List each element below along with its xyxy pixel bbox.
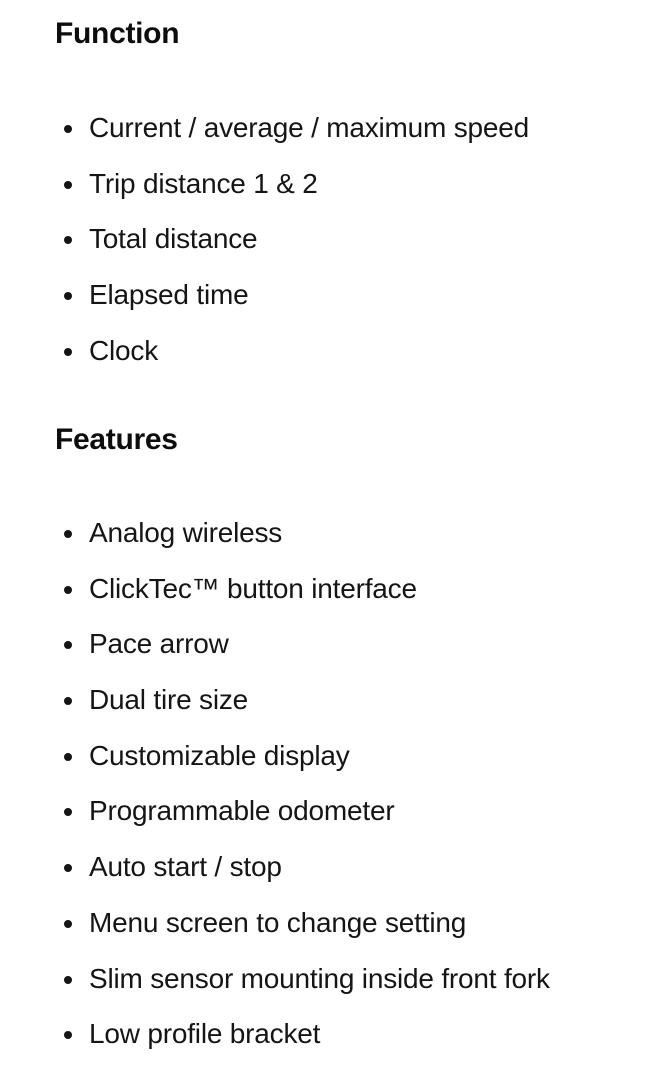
list-item: Menu screen to change setting	[55, 906, 550, 962]
section-heading-function: Function	[55, 17, 180, 50]
list-item-text: Menu screen to change setting	[89, 906, 467, 938]
list-item-text: ClickTec™ button interface	[89, 572, 417, 604]
list-item-text: Clock	[89, 334, 159, 366]
list-item: Dual tire size	[55, 683, 550, 739]
list-item: Trip distance 1 & 2	[55, 167, 529, 223]
features-list: Analog wireless ClickTec™ button interfa…	[55, 516, 550, 1073]
list-item: ClickTec™ button interface	[55, 572, 550, 628]
list-item-text: Dual tire size	[89, 684, 249, 716]
list-item-text: Programmable odometer	[89, 795, 395, 827]
list-item: Elapsed time	[55, 278, 529, 334]
list-item: Current / average / maximum speed	[55, 111, 529, 167]
list-item-text: Auto start / stop	[89, 851, 282, 883]
list-item: Low profile bracket	[55, 1017, 550, 1073]
list-item: Total distance	[55, 222, 529, 278]
function-list: Current / average / maximum speed Trip d…	[55, 111, 529, 389]
list-item-text: Slim sensor mounting inside front fork	[89, 962, 550, 994]
list-item-text: Elapsed time	[89, 279, 249, 311]
bullet-icon	[64, 180, 72, 189]
section-heading-features: Features	[55, 423, 178, 456]
bullet-icon	[64, 292, 72, 301]
bullet-icon	[64, 808, 72, 817]
bullet-icon	[64, 864, 72, 873]
bullet-icon	[64, 236, 72, 245]
list-item: Pace arrow	[55, 627, 550, 683]
bullet-icon	[64, 641, 72, 650]
bullet-icon	[64, 125, 72, 133]
list-item-text: Current / average / maximum speed	[89, 112, 530, 143]
list-item-text: Low profile bracket	[89, 1018, 321, 1050]
bullet-icon	[64, 697, 72, 706]
bullet-icon	[64, 347, 72, 356]
list-item-text: Pace arrow	[89, 628, 229, 660]
list-item: Programmable odometer	[55, 794, 550, 850]
bullet-icon	[64, 975, 72, 984]
bullet-icon	[64, 919, 72, 928]
document: Function Current / average / maximum spe…	[0, 0, 648, 1080]
list-item-text: Trip distance 1 & 2	[89, 167, 318, 199]
list-item: Customizable display	[55, 739, 550, 795]
bullet-icon	[64, 1031, 72, 1040]
bullet-icon	[64, 530, 72, 538]
list-item-text: Customizable display	[89, 739, 350, 771]
list-item-text: Total distance	[89, 223, 258, 255]
list-item: Analog wireless	[55, 516, 550, 572]
list-item: Auto start / stop	[55, 850, 550, 906]
bullet-icon	[64, 585, 72, 594]
list-item-text: Analog wireless	[89, 517, 283, 548]
list-item: Slim sensor mounting inside front fork	[55, 962, 550, 1018]
list-item: Clock	[55, 334, 529, 390]
bullet-icon	[64, 752, 72, 761]
